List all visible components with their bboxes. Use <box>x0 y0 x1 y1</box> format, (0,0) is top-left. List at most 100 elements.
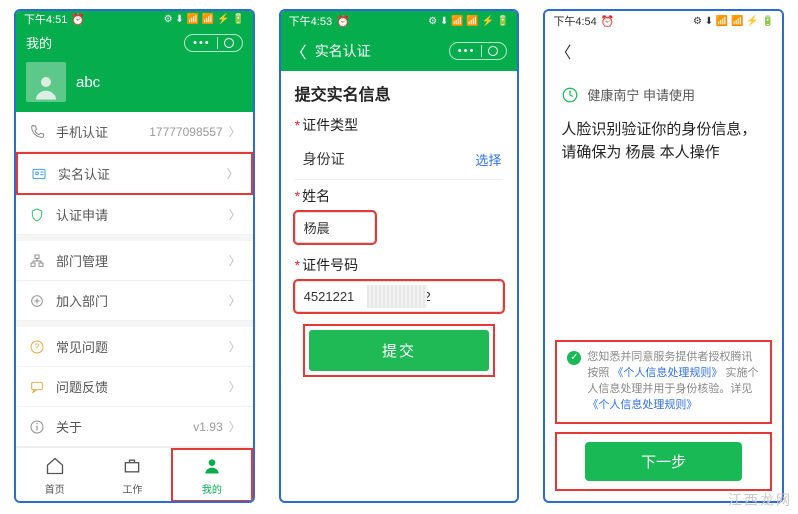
mini-program-capsule[interactable]: ••• <box>449 42 508 60</box>
appbar: 〈 <box>545 31 782 71</box>
choose-link[interactable]: 选择 <box>475 150 501 169</box>
list-item-dept-manage[interactable]: 部门管理 〉 <box>16 241 253 281</box>
form-title: 提交实名信息 <box>295 81 504 105</box>
alarm-icon: ⏰ <box>71 13 85 26</box>
mini-program-capsule[interactable]: ••• <box>184 34 243 52</box>
list-item-cert-apply[interactable]: 认证申请 〉 <box>16 195 253 235</box>
more-dots-icon: ••• <box>458 45 476 57</box>
list-item-realname-verify[interactable]: 实名认证 〉 <box>16 152 253 195</box>
join-icon <box>28 293 46 309</box>
info-icon <box>28 419 46 435</box>
avatar[interactable] <box>26 62 66 102</box>
list-item-feedback[interactable]: 问题反馈 〉 <box>16 367 253 407</box>
alarm-icon: ⏰ <box>336 15 350 28</box>
list-item-join-dept[interactable]: 加入部门 〉 <box>16 281 253 321</box>
list-item-label: 问题反馈 <box>56 377 229 396</box>
appbar: 〈 实名认证 ••• <box>281 31 518 71</box>
chevron-right-icon: 〉 <box>229 338 241 355</box>
realname-form: 提交实名信息 证件类型 身份证 选择 姓名 证件号码 4521221 12 提交 <box>281 71 518 501</box>
phone-icon <box>28 124 46 140</box>
brand-text: 健康南宁 申请使用 <box>587 85 695 104</box>
briefcase-icon <box>122 456 142 479</box>
chevron-right-icon: 〉 <box>229 123 241 140</box>
help-icon: ? <box>28 339 46 355</box>
tab-work[interactable]: 工作 <box>94 448 172 502</box>
person-icon <box>31 72 61 102</box>
back-icon[interactable]: 〈 <box>555 39 571 63</box>
phone-screen-face-verify: 下午4:54 ⏰ ⚙ ⬇ 📶 📶 ⚡ 🔋 〈 健康南宁 申请使用 人脸识别验证你… <box>543 9 784 503</box>
settings-list: 手机认证 17777098557 〉 实名认证 〉 认证申请 〉 部门管理 〉 … <box>16 112 253 447</box>
chevron-right-icon: 〉 <box>229 206 241 223</box>
consent-text: 您知悉并同意服务提供者授权腾讯按照 《个人信息处理规则》 实施个人信息处理并用于… <box>587 350 760 414</box>
id-type-value: 身份证 <box>303 149 345 169</box>
username: abc <box>76 74 100 91</box>
tab-label: 工作 <box>122 481 142 496</box>
person-icon <box>202 456 222 479</box>
status-bar: 下午4:54 ⏰ ⚙ ⬇ 📶 📶 ⚡ 🔋 <box>545 11 782 31</box>
chevron-right-icon: 〉 <box>229 418 241 435</box>
idcard-icon <box>30 166 48 182</box>
submit-button[interactable]: 提交 <box>309 330 490 371</box>
next-highlight: 下一步 <box>555 432 772 491</box>
next-button[interactable]: 下一步 <box>585 442 742 481</box>
status-time: 下午4:54 <box>553 13 596 29</box>
status-bar: 下午4:53 ⏰ ⚙ ⬇ 📶 📶 ⚡ 🔋 <box>281 11 518 31</box>
close-circle-icon <box>224 38 234 48</box>
list-item-label: 实名认证 <box>58 164 227 183</box>
list-item-label: 部门管理 <box>56 251 229 270</box>
chevron-right-icon: 〉 <box>227 165 239 182</box>
list-item-label: 常见问题 <box>56 337 229 356</box>
app-brand: 健康南宁 申请使用 <box>545 71 782 112</box>
list-item-label: 手机认证 <box>56 122 149 141</box>
list-item-label: 关于 <box>56 417 193 436</box>
label-name: 姓名 <box>295 186 504 206</box>
alarm-icon: ⏰ <box>601 15 615 28</box>
page-title: 我的 <box>26 33 52 52</box>
chevron-right-icon: 〉 <box>229 378 241 395</box>
list-item-value: v1.93 <box>193 420 222 434</box>
chevron-right-icon: 〉 <box>229 252 241 269</box>
svg-text:?: ? <box>35 342 40 351</box>
status-right-icons: ⚙ ⬇ 📶 📶 ⚡ 🔋 <box>164 14 245 25</box>
chevron-right-icon: 〉 <box>229 292 241 309</box>
status-time: 下午4:51 <box>24 11 67 27</box>
list-item-about[interactable]: 关于 v1.93 〉 <box>16 407 253 447</box>
privacy-link[interactable]: 《个人信息处理规则》 <box>612 367 722 379</box>
list-item-phone-verify[interactable]: 手机认证 17777098557 〉 <box>16 112 253 152</box>
checked-circle-icon[interactable]: ✓ <box>567 351 581 365</box>
close-circle-icon <box>488 46 498 56</box>
status-right-icons: ⚙ ⬇ 📶 📶 ⚡ 🔋 <box>428 16 509 27</box>
list-item-label: 认证申请 <box>56 205 229 224</box>
list-item-label: 加入部门 <box>56 291 229 310</box>
appbar-title: 实名认证 <box>315 41 371 61</box>
shield-icon <box>28 207 46 223</box>
label-idnum: 证件号码 <box>295 255 504 275</box>
id-type-select[interactable]: 身份证 选择 <box>295 141 504 180</box>
tab-home[interactable]: 首页 <box>16 448 94 502</box>
tree-icon <box>28 253 46 269</box>
idnum-prefix: 4521221 <box>304 289 355 304</box>
back-icon[interactable]: 〈 <box>291 39 307 63</box>
home-icon <box>45 456 65 479</box>
bottom-nav: 首页 工作 我的 <box>16 447 253 502</box>
status-time: 下午4:53 <box>289 13 332 29</box>
status-bar: 下午4:51 ⏰ ⚙ ⬇ 📶 📶 ⚡ 🔋 <box>16 11 253 27</box>
tab-label: 我的 <box>202 481 222 496</box>
label-id-type: 证件类型 <box>295 115 504 135</box>
redaction-mask <box>367 285 427 308</box>
phone-screen-profile: 下午4:51 ⏰ ⚙ ⬇ 📶 📶 ⚡ 🔋 我的 ••• abc 手机认证 177… <box>14 9 255 503</box>
list-item-value: 17777098557 <box>149 125 222 139</box>
tab-mine[interactable]: 我的 <box>171 448 253 502</box>
status-right-icons: ⚙ ⬇ 📶 📶 ⚡ 🔋 <box>693 16 774 27</box>
profile-header: 我的 ••• abc <box>16 27 253 112</box>
brand-logo-icon <box>561 86 579 104</box>
tab-label: 首页 <box>45 481 65 496</box>
name-input[interactable] <box>295 212 375 243</box>
feedback-icon <box>28 379 46 395</box>
list-item-faq[interactable]: ? 常见问题 〉 <box>16 327 253 367</box>
privacy-link[interactable]: 《个人信息处理规则》 <box>587 399 697 411</box>
more-dots-icon: ••• <box>193 37 211 49</box>
consent-box: ✓ 您知悉并同意服务提供者授权腾讯按照 《个人信息处理规则》 实施个人信息处理并… <box>555 340 772 424</box>
submit-highlight: 提交 <box>303 324 496 377</box>
phone-screen-realname-form: 下午4:53 ⏰ ⚙ ⬇ 📶 📶 ⚡ 🔋 〈 实名认证 ••• 提交实名信息 证… <box>279 9 520 503</box>
